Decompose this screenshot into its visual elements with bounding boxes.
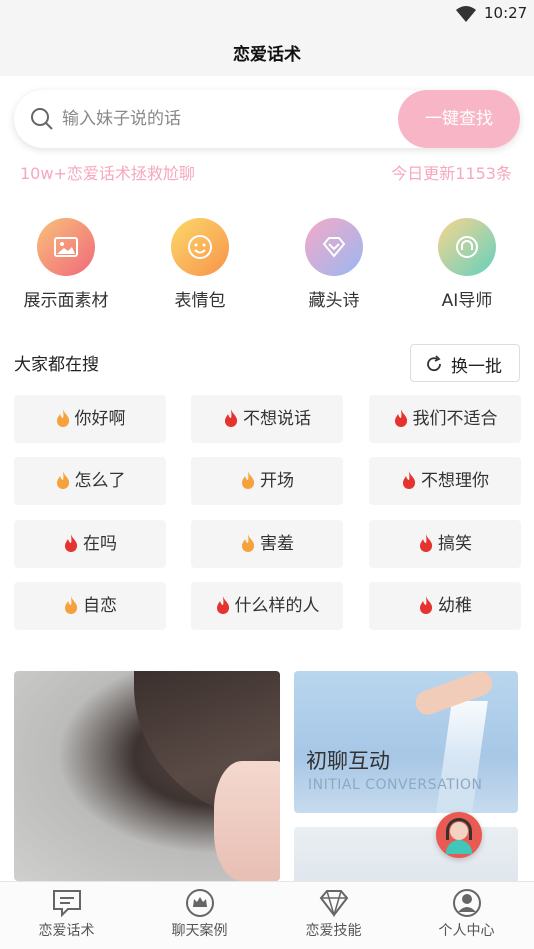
chip-label: 不想理你 bbox=[421, 471, 489, 491]
hot-search-chip[interactable]: 你好啊 bbox=[14, 395, 166, 443]
refresh-button[interactable]: 换一批 bbox=[410, 344, 520, 382]
chip-label: 幼稚 bbox=[438, 596, 472, 616]
tab-chat-cases[interactable]: 聊天案例 bbox=[133, 882, 266, 949]
wifi-icon bbox=[456, 6, 476, 22]
tab-profile[interactable]: 个人中心 bbox=[400, 882, 533, 949]
fire-icon bbox=[225, 409, 238, 427]
hot-search-chip[interactable]: 在吗 bbox=[14, 520, 166, 568]
tab-label: 恋爱话术 bbox=[38, 923, 95, 939]
headset-icon bbox=[456, 236, 478, 258]
hot-search-chip[interactable]: 怎么了 bbox=[14, 457, 166, 505]
feature-label: 藏头诗 bbox=[308, 291, 360, 311]
banner-secondary[interactable] bbox=[294, 827, 518, 887]
fire-icon bbox=[242, 471, 255, 489]
banner-subtitle: INITIAL CONVERSATION bbox=[308, 777, 483, 793]
page-title: 恋爱话术 bbox=[233, 45, 301, 65]
headset-icon bbox=[446, 818, 472, 840]
feature-stickers[interactable]: 表情包 bbox=[140, 218, 260, 311]
tagline: 10w+恋爱话术拯救尬聊 bbox=[20, 164, 195, 183]
tab-love-talk[interactable]: 恋爱话术 bbox=[0, 882, 133, 949]
fire-icon bbox=[56, 471, 69, 489]
search-input[interactable] bbox=[62, 104, 392, 134]
chip-label: 开场 bbox=[260, 471, 294, 491]
hot-search-chip[interactable]: 不想说话 bbox=[191, 395, 343, 443]
chip-label: 你好啊 bbox=[74, 409, 126, 429]
hot-search-chip[interactable]: 开场 bbox=[191, 457, 343, 505]
update-count: 今日更新1153条 bbox=[391, 164, 512, 183]
hot-search-chip[interactable]: 什么样的人 bbox=[191, 582, 343, 630]
chip-label: 害羞 bbox=[260, 534, 294, 554]
chip-label: 怎么了 bbox=[74, 471, 126, 491]
search-button[interactable]: 一键查找 bbox=[398, 90, 520, 148]
smiley-icon bbox=[188, 235, 212, 259]
bottom-tab-bar: 恋爱话术 聊天案例 恋爱技能 个人中心 bbox=[0, 881, 534, 949]
person-icon bbox=[452, 889, 481, 917]
chip-label: 自恋 bbox=[83, 596, 117, 616]
feature-image-material[interactable]: 展示面素材 bbox=[6, 218, 126, 311]
banner-initial-conversation[interactable]: 初聊互动 INITIAL CONVERSATION bbox=[294, 671, 518, 813]
tab-label: 个人中心 bbox=[438, 923, 495, 939]
fire-icon bbox=[403, 471, 416, 489]
fire-icon bbox=[420, 534, 433, 552]
chip-label: 搞笑 bbox=[438, 534, 472, 554]
chip-label: 我们不适合 bbox=[412, 409, 498, 429]
fire-icon bbox=[394, 409, 407, 427]
hot-search-chip[interactable]: 幼稚 bbox=[369, 582, 521, 630]
tab-label: 恋爱技能 bbox=[305, 923, 362, 939]
chip-label: 不想说话 bbox=[243, 409, 311, 429]
feature-label: 展示面素材 bbox=[23, 291, 109, 311]
hot-search-chip[interactable]: 不想理你 bbox=[369, 457, 521, 505]
title-bar: 恋爱话术 bbox=[0, 28, 534, 76]
fire-icon bbox=[56, 409, 69, 427]
diamond-icon bbox=[322, 237, 346, 258]
refresh-label: 换一批 bbox=[451, 357, 502, 377]
hot-search-title: 大家都在搜 bbox=[14, 355, 99, 375]
refresh-icon bbox=[427, 355, 441, 372]
banner-girl-photo[interactable] bbox=[14, 671, 280, 881]
tab-love-skills[interactable]: 恋爱技能 bbox=[267, 882, 400, 949]
hot-search-chip[interactable]: 自恋 bbox=[14, 582, 166, 630]
status-bar: 10:27 bbox=[0, 0, 534, 28]
chip-label: 什么样的人 bbox=[234, 596, 320, 616]
chip-label: 在吗 bbox=[83, 534, 117, 554]
diamond-icon bbox=[319, 890, 348, 918]
status-time: 10:27 bbox=[484, 4, 528, 22]
fire-icon bbox=[65, 596, 78, 614]
fire-icon bbox=[242, 534, 255, 552]
fire-icon bbox=[216, 596, 229, 614]
hot-search-chip[interactable]: 搞笑 bbox=[369, 520, 521, 568]
hot-search-chip[interactable]: 我们不适合 bbox=[369, 395, 521, 443]
search-bar: 一键查找 bbox=[14, 90, 520, 148]
feature-ai-mentor[interactable]: AI导师 bbox=[407, 218, 527, 311]
feature-label: AI导师 bbox=[441, 291, 493, 311]
image-icon bbox=[54, 237, 78, 257]
crown-icon bbox=[185, 889, 214, 917]
fire-icon bbox=[420, 596, 433, 614]
fire-icon bbox=[65, 534, 78, 552]
feature-acrostic-poem[interactable]: 藏头诗 bbox=[274, 218, 394, 311]
feature-label: 表情包 bbox=[174, 291, 226, 311]
banner-title: 初聊互动 bbox=[306, 749, 390, 773]
customer-service-button[interactable] bbox=[436, 812, 482, 858]
search-icon bbox=[31, 108, 53, 130]
hot-search-chip[interactable]: 害羞 bbox=[191, 520, 343, 568]
tab-label: 聊天案例 bbox=[171, 923, 228, 939]
chat-icon bbox=[52, 890, 81, 918]
